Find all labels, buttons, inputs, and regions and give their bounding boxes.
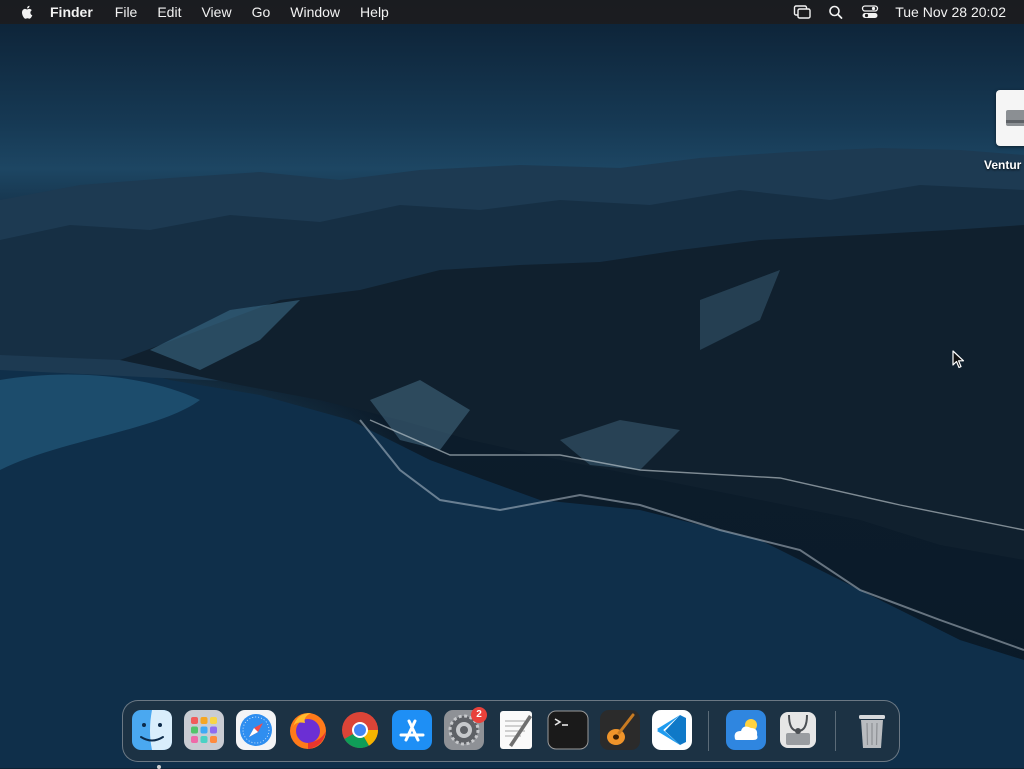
dock-firefox[interactable] [287,709,329,751]
notification-badge: 2 [471,707,487,723]
dock-system-settings[interactable]: 2 [443,707,487,751]
dock-chrome[interactable] [339,709,381,751]
external-disk-icon [996,90,1024,146]
screen-mirroring-icon[interactable] [793,4,811,20]
dock-textedit[interactable] [495,709,537,751]
dock-vscode[interactable] [651,709,693,751]
dock-terminal[interactable] [547,709,589,751]
menu-view[interactable]: View [201,0,231,24]
trash-icon [859,715,885,748]
menu-edit[interactable]: Edit [157,0,181,24]
mouse-pointer-icon [952,350,966,370]
chrome-icon [342,712,378,749]
control-center-icon[interactable] [861,4,879,20]
safari-icon [236,710,276,750]
menu-bar-status-area: Tue Nov 28 20:02 [777,0,1006,24]
dock-separator [835,711,836,751]
dock-trash[interactable] [851,709,893,751]
dock-garageband[interactable] [599,709,641,751]
disk-utility-icon [780,712,816,748]
menu-help[interactable]: Help [360,0,389,24]
firefox-icon [290,713,326,749]
menu-app-finder[interactable]: Finder [50,0,93,24]
dock-launchpad[interactable] [183,709,225,751]
menu-bar-clock[interactable]: Tue Nov 28 20:02 [895,4,1006,20]
vscode-icon [652,710,692,750]
dock-disk-utility[interactable] [777,709,819,751]
textedit-icon [500,711,532,749]
menu-window[interactable]: Window [290,0,340,24]
dock-weather[interactable] [725,709,767,751]
dock-safari[interactable] [235,709,277,751]
desktop-wallpaper [0,0,1024,768]
dock: 2 [122,700,900,769]
menu-file[interactable]: File [115,0,138,24]
terminal-icon [547,710,589,750]
garageband-icon [600,710,640,750]
menu-bar: Finder File Edit View Go Window Help Tue… [0,0,1024,24]
finder-icon [132,710,172,750]
app-store-icon [392,710,432,750]
dock-separator [708,711,709,751]
running-indicator [157,765,161,769]
desktop-icon-label: Ventur [984,158,1022,172]
spotlight-search-icon[interactable] [827,4,845,20]
dock-finder[interactable] [131,709,173,769]
launchpad-icon [184,710,224,750]
menu-go[interactable]: Go [252,0,271,24]
weather-icon [726,710,766,750]
apple-logo-icon[interactable] [18,3,36,21]
dock-app-store[interactable] [391,709,433,751]
